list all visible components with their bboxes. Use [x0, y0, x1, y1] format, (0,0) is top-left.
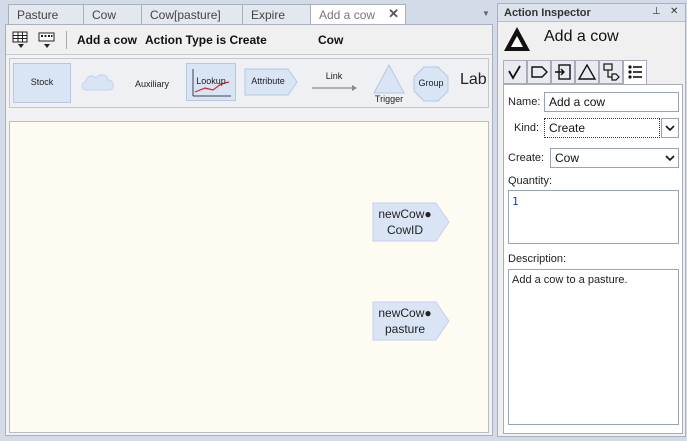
kind-select[interactable]: Create: [544, 118, 660, 138]
model-canvas[interactable]: newCow● CowID newCow● pasture: [9, 121, 489, 433]
list-icon: [628, 65, 642, 79]
close-icon[interactable]: ✕: [388, 6, 399, 22]
palette-lookup-label: Lookup: [196, 76, 226, 86]
tab-label: Pasture: [17, 8, 59, 22]
tab-equation[interactable]: [503, 60, 527, 84]
palette-auxiliary-label: Auxiliary: [134, 79, 169, 89]
create-select-value: Cow: [555, 151, 580, 165]
quantity-label: Quantity:: [508, 175, 553, 187]
tab-flow[interactable]: [599, 60, 623, 84]
node-label: newCow● CowID: [372, 206, 438, 238]
flowchart-icon: [603, 63, 620, 81]
check-mark-icon: [508, 65, 521, 80]
link-arrow-icon: [312, 85, 357, 91]
palette-attribute-label: Attribute: [251, 76, 285, 86]
action-editor: Add a cow Action Type is Create Cow Stoc…: [5, 24, 493, 436]
inspector-title: Action Inspector: [504, 7, 591, 19]
attribute-node-pasture[interactable]: newCow● pasture: [372, 301, 450, 341]
action-toolbar: Add a cow Action Type is Create Cow: [6, 25, 492, 55]
toolbar-divider: [66, 31, 67, 49]
tab-label: Expire: [251, 8, 286, 22]
palette-link[interactable]: Link: [310, 69, 358, 97]
document-tab-strip: Pasture Cow Cow[pasture] Expire Add a co…: [8, 4, 492, 24]
node-label: newCow● pasture: [372, 305, 438, 337]
palette-trigger-label: Trigger: [374, 94, 404, 104]
create-label: Create:: [508, 152, 545, 164]
action-type-text: Action Type is Create: [145, 33, 267, 47]
palette-link-label: Link: [325, 71, 343, 81]
keypad-icon[interactable]: [38, 31, 56, 49]
tab-expire[interactable]: Expire: [242, 4, 311, 24]
node-label-line2: CowID: [386, 223, 423, 237]
pin-icon[interactable]: ⊥: [652, 6, 661, 17]
kind-label: Kind:: [514, 122, 540, 134]
kind-select-value: Create: [549, 121, 586, 135]
tag-shape-icon: [531, 66, 548, 78]
action-agent: Cow: [318, 33, 344, 47]
palette-trigger[interactable]: Trigger: [370, 64, 408, 108]
tab-label: Cow[pasture]: [150, 8, 221, 22]
palette-lookup[interactable]: Lookup: [186, 63, 236, 101]
node-label-line2: pasture: [384, 322, 426, 336]
tab-label: Cow: [92, 8, 117, 22]
triangle-outline-icon: [577, 63, 597, 80]
palette-stock-label: Stock: [30, 77, 54, 87]
close-icon[interactable]: ✕: [670, 6, 678, 17]
tab-enter[interactable]: [551, 60, 575, 84]
tab-label-shape[interactable]: [527, 60, 551, 84]
tab-label: Add a cow: [319, 8, 376, 22]
node-label-line1: newCow●: [378, 306, 432, 320]
inspector-tab-strip: [503, 60, 683, 84]
create-select[interactable]: Cow: [550, 148, 679, 168]
cloud-icon[interactable]: [79, 70, 117, 96]
kind-dropdown-button[interactable]: [661, 118, 679, 138]
name-label: Name:: [508, 96, 541, 108]
description-label: Description:: [508, 253, 567, 265]
action-title: Add a cow: [77, 33, 138, 47]
element-palette: Stock Auxiliary Lookup Attribute Link Tr…: [9, 58, 489, 108]
chevron-down-icon: [665, 155, 675, 162]
node-label-line1: newCow●: [378, 207, 432, 221]
palette-auxiliary[interactable]: Auxiliary: [128, 63, 176, 103]
tab-pasture[interactable]: Pasture: [8, 4, 84, 24]
inspector-form: Name: Add a cow Kind: Create Create: Cow…: [503, 84, 683, 434]
action-inspector-panel: Action Inspector ⊥ ✕ Add a cow Name: Add…: [497, 3, 686, 437]
palette-label[interactable]: Lab: [460, 71, 488, 99]
tab-cow-pasture[interactable]: Cow[pasture]: [141, 4, 243, 24]
quantity-field[interactable]: 1: [508, 190, 679, 244]
inspector-heading: Add a cow: [544, 28, 619, 45]
inspector-titlebar: Action Inspector ⊥ ✕: [498, 4, 685, 22]
tab-cow[interactable]: Cow: [83, 4, 142, 24]
palette-attribute[interactable]: Attribute: [244, 68, 298, 96]
action-triangle-icon: [504, 27, 530, 51]
enter-box-icon: [555, 64, 571, 80]
trigger-triangle-icon: [373, 64, 405, 94]
description-field[interactable]: Add a cow to a pasture.: [508, 269, 679, 425]
name-field[interactable]: Add a cow: [544, 92, 679, 112]
tab-add-a-cow[interactable]: Add a cow ✕: [310, 4, 406, 24]
attribute-node-cowid[interactable]: newCow● CowID: [372, 202, 450, 242]
palette-group[interactable]: Group: [413, 66, 449, 102]
chevron-down-icon: [665, 125, 675, 132]
tab-overflow-chevron-icon[interactable]: ▼: [482, 9, 494, 19]
tab-trigger[interactable]: [575, 60, 599, 84]
table-view-icon[interactable]: [12, 31, 30, 49]
palette-label-text: Lab: [460, 71, 487, 88]
palette-stock[interactable]: Stock: [13, 63, 71, 103]
palette-group-label: Group: [418, 78, 444, 88]
tab-list[interactable]: [623, 60, 647, 84]
